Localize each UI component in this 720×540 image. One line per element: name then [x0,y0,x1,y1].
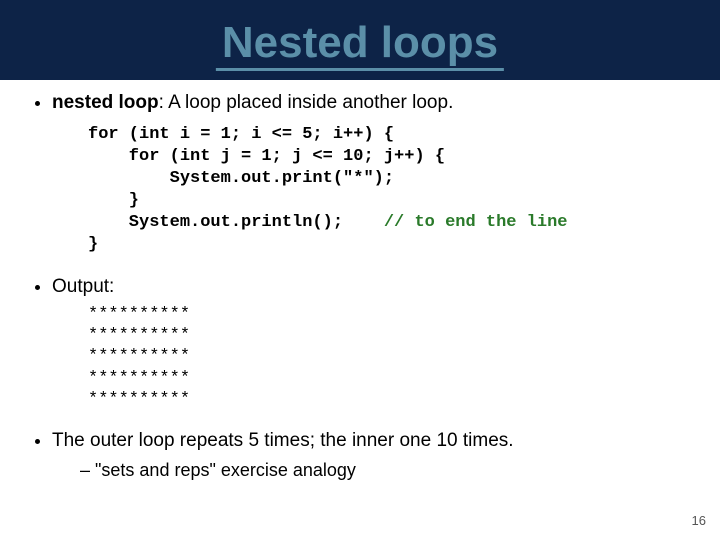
header-band: Nested loops [0,0,720,80]
code-tail: } [88,235,98,254]
bullet-list: nested loop: A loop placed inside anothe… [30,90,690,482]
sub-list: "sets and reps" exercise analogy [80,458,690,482]
sub-analogy: "sets and reps" exercise analogy [80,458,690,482]
slide-title: Nested loops [216,18,504,71]
explanation-text: The outer loop repeats 5 times; the inne… [52,430,514,451]
bullet-definition: nested loop: A loop placed inside anothe… [52,90,690,256]
bullet-output: Output: ********** ********** **********… [52,274,690,410]
code-block: for (int i = 1; i <= 5; i++) { for (int … [88,124,690,257]
definition-text: : A loop placed inside another loop. [159,92,454,113]
slide-content: nested loop: A loop placed inside anothe… [0,80,720,482]
code-comment: // to end the line [384,213,568,232]
page-number: 16 [692,513,706,528]
bullet-explanation: The outer loop repeats 5 times; the inne… [52,428,690,482]
term-nested-loop: nested loop [52,92,159,113]
output-block: ********** ********** ********** *******… [88,304,690,410]
output-label: Output: [52,276,114,297]
